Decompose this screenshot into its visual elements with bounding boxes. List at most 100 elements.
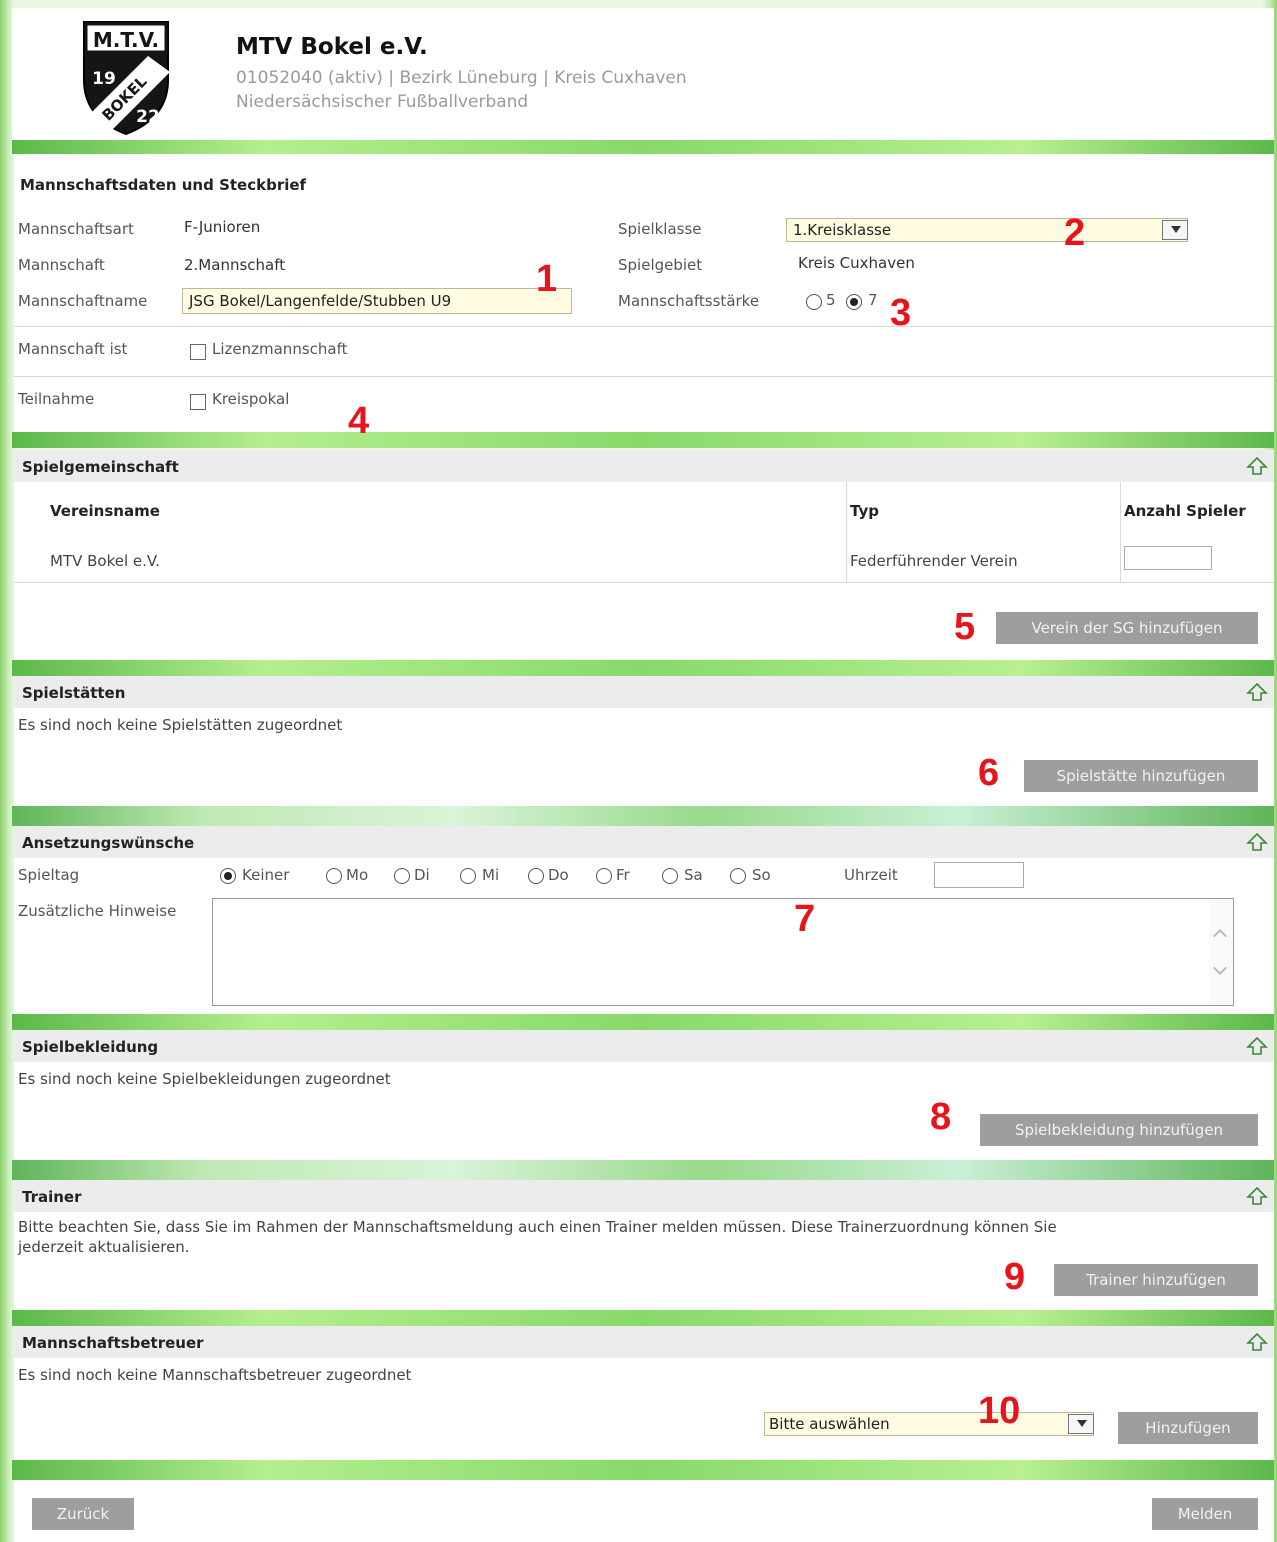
annotation-marker-5: 5	[954, 606, 976, 648]
add-trainer-button[interactable]: Trainer hinzufügen	[1054, 1264, 1258, 1296]
scroll-up-icon[interactable]	[1212, 928, 1228, 944]
day-radio-mo[interactable]	[326, 868, 342, 884]
players-count-input[interactable]	[1124, 546, 1212, 570]
day-radio-di[interactable]	[394, 868, 410, 884]
section-divider	[12, 1160, 1274, 1180]
manager-select[interactable]: Bitte auswählen	[764, 1412, 1094, 1436]
notes-textarea[interactable]	[212, 898, 1234, 1006]
team-type-label: Mannschaftsart	[18, 220, 134, 238]
annotation-marker-3: 3	[890, 292, 912, 334]
class-label: Spielklasse	[618, 220, 702, 238]
trainer-header: Trainer	[14, 1180, 1274, 1212]
team-is-label: Mannschaft ist	[18, 340, 128, 358]
annotation-marker-4: 4	[348, 400, 370, 442]
strength-radio-5[interactable]	[806, 294, 822, 310]
section-divider	[12, 1014, 1274, 1030]
trainer-title: Trainer	[22, 1188, 82, 1206]
notes-label: Zusätzliche Hinweise	[18, 902, 177, 920]
team-data-panel: Mannschaftsdaten und Steckbrief Mannscha…	[14, 154, 1274, 432]
scheduling-title: Ansetzungswünsche	[22, 834, 195, 852]
section-divider	[12, 1460, 1274, 1480]
day-option-di: Di	[414, 866, 430, 884]
cup-checkbox[interactable]	[190, 394, 206, 410]
day-radio-mi[interactable]	[460, 868, 476, 884]
club-logo: M.T.V. 19 BOKEL 22	[82, 21, 170, 136]
strength-radio-7[interactable]	[846, 294, 862, 310]
class-select[interactable]: 1.Kreisklasse	[786, 218, 1188, 242]
day-radio-sa[interactable]	[662, 868, 678, 884]
add-sg-club-button[interactable]: Verein der SG hinzufügen	[996, 612, 1258, 644]
scroll-down-icon[interactable]	[1212, 960, 1228, 976]
day-option-none: Keiner	[242, 866, 290, 884]
row-divider	[14, 582, 1274, 583]
day-option-mo: Mo	[346, 866, 369, 884]
club-association: Niedersächsischer Fußballverband	[236, 92, 529, 112]
col-type: Typ	[850, 502, 879, 520]
annotation-marker-6: 6	[978, 752, 1000, 794]
managers-empty-text: Es sind noch keine Mannschaftsbetreuer z…	[18, 1366, 412, 1384]
kit-title: Spielbekleidung	[22, 1038, 159, 1056]
time-input[interactable]	[934, 862, 1024, 888]
row-divider	[14, 326, 1274, 327]
kit-empty-text: Es sind noch keine Spielbekleidungen zug…	[18, 1070, 391, 1088]
collapse-up-icon[interactable]	[1246, 832, 1268, 852]
managers-title: Mannschaftsbetreuer	[22, 1334, 204, 1352]
trainer-note-line2: jederzeit aktualisieren.	[18, 1238, 190, 1256]
chevron-down-icon[interactable]	[1068, 1414, 1094, 1434]
col-club-name: Vereinsname	[50, 502, 160, 520]
area-label: Spielgebiet	[618, 256, 703, 274]
add-manager-button[interactable]: Hinzufügen	[1118, 1412, 1258, 1444]
day-radio-fr[interactable]	[596, 868, 612, 884]
day-option-do: Do	[548, 866, 569, 884]
collapse-up-icon[interactable]	[1246, 1036, 1268, 1056]
day-radio-none[interactable]	[220, 868, 236, 884]
license-label: Lizenzmannschaft	[212, 340, 348, 358]
notes-scrollbar[interactable]	[1209, 899, 1233, 1005]
license-checkbox[interactable]	[190, 344, 206, 360]
time-label: Uhrzeit	[844, 866, 898, 884]
kit-panel: Spielbekleidung Es sind noch keine Spiel…	[14, 1030, 1274, 1160]
day-option-fr: Fr	[616, 866, 630, 884]
sg-row-name: MTV Bokel e.V.	[50, 552, 161, 570]
submit-button[interactable]: Melden	[1152, 1498, 1258, 1530]
team-data-title: Mannschaftsdaten und Steckbrief	[20, 176, 307, 194]
team-label: Mannschaft	[18, 256, 105, 274]
venues-panel: Spielstätten Es sind noch keine Spielstä…	[14, 676, 1274, 806]
annotation-marker-2: 2	[1064, 212, 1086, 254]
team-type-value: F-Junioren	[184, 218, 261, 236]
strength-option-5: 5	[826, 291, 836, 309]
col-divider	[1120, 482, 1121, 582]
day-option-mi: Mi	[482, 866, 500, 884]
collapse-up-icon[interactable]	[1246, 1332, 1268, 1352]
club-name: MTV Bokel e.V.	[236, 34, 428, 60]
venues-title: Spielstätten	[22, 684, 126, 702]
section-divider	[12, 140, 1274, 154]
day-option-so: So	[752, 866, 771, 884]
annotation-marker-10: 10	[978, 1390, 1021, 1432]
collapse-up-icon[interactable]	[1246, 1186, 1268, 1206]
team-value: 2.Mannschaft	[184, 256, 286, 274]
club-info: 01052040 (aktiv) | Bezirk Lüneburg | Kre…	[236, 68, 687, 88]
col-divider	[846, 482, 847, 582]
trainer-panel: Trainer Bitte beachten Sie, dass Sie im …	[14, 1180, 1274, 1310]
scheduling-panel: Ansetzungswünsche Spieltag Keiner Mo Di …	[14, 826, 1274, 1014]
managers-panel: Mannschaftsbetreuer Es sind noch keine M…	[14, 1326, 1274, 1460]
cup-label: Kreispokal	[212, 390, 290, 408]
row-divider	[14, 376, 1274, 377]
footer-panel: Zurück Melden	[14, 1480, 1274, 1542]
add-venue-button[interactable]: Spielstätte hinzufügen	[1024, 760, 1258, 792]
team-name-input[interactable]: JSG Bokel/Langenfelde/Stubben U9	[182, 288, 572, 314]
section-divider	[12, 660, 1274, 676]
collapse-up-icon[interactable]	[1246, 456, 1268, 476]
section-divider	[12, 1310, 1274, 1326]
day-radio-do[interactable]	[528, 868, 544, 884]
back-button[interactable]: Zurück	[32, 1498, 134, 1530]
add-kit-button[interactable]: Spielbekleidung hinzufügen	[980, 1114, 1258, 1146]
section-divider	[12, 806, 1274, 826]
club-header: M.T.V. 19 BOKEL 22 MTV Bokel e.V. 010520…	[12, 8, 1274, 140]
day-radio-so[interactable]	[730, 868, 746, 884]
collapse-up-icon[interactable]	[1246, 682, 1268, 702]
chevron-down-icon[interactable]	[1162, 220, 1188, 240]
kit-header: Spielbekleidung	[14, 1030, 1274, 1062]
strength-option-7: 7	[868, 291, 878, 309]
